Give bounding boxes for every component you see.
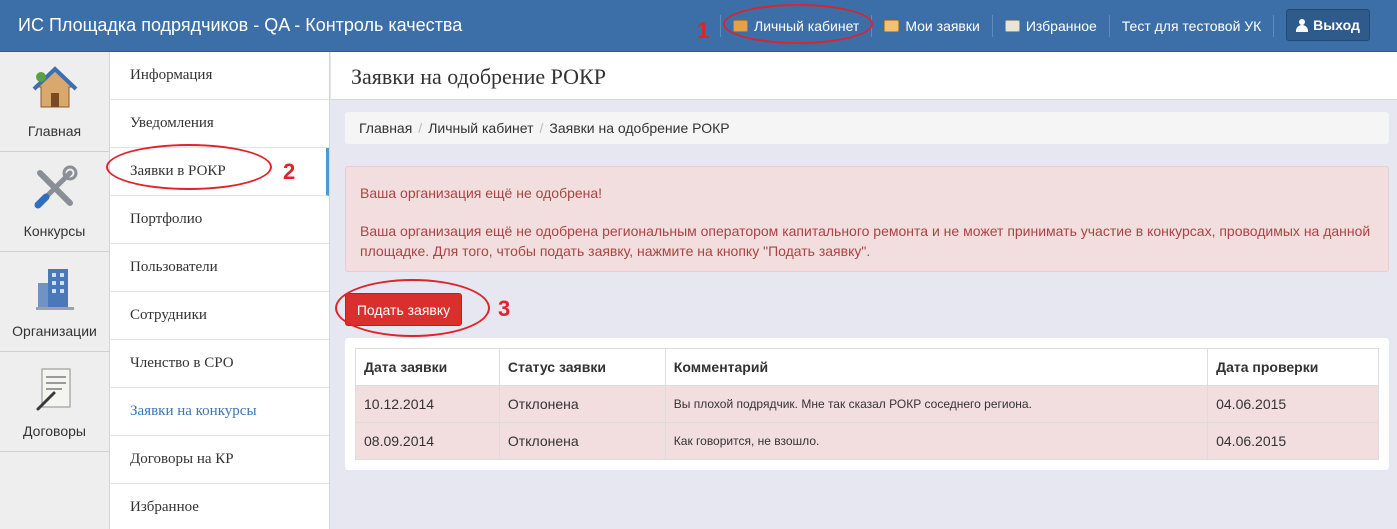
column-header-status[interactable]: Статус заявки: [498, 348, 666, 386]
column-header-date[interactable]: Дата заявки: [355, 348, 500, 386]
table-row: 10.12.2014 Отклонена Вы плохой подрядчик…: [355, 385, 1379, 423]
column-header-check-date[interactable]: Дата проверки: [1207, 348, 1379, 386]
contract-icon: [36, 368, 70, 411]
nav-favorites[interactable]: Избранное: [993, 0, 1109, 52]
breadcrumb: Главная / Личный кабинет / Заявки на одо…: [345, 112, 1389, 144]
annotation-ellipse-3: [335, 279, 490, 337]
app-title: ИС Площадка подрядчиков - QA - Контроль …: [18, 15, 463, 35]
menu-item-contest-requests[interactable]: Заявки на конкурсы: [110, 388, 329, 436]
menu-item-users[interactable]: Пользователи: [110, 244, 329, 292]
home-icon: [32, 66, 77, 108]
annotation-number-1: 1: [697, 18, 710, 43]
requests-panel: Дата заявки Статус заявки Комментарий Да…: [345, 338, 1389, 470]
annotation-ellipse-2: [106, 144, 272, 190]
sidebar-item-home[interactable]: Главная: [0, 52, 109, 152]
page-header: Заявки на одобрение РОКР: [331, 52, 1397, 100]
cell-comment: Как говорится, не взошло.: [664, 422, 1209, 460]
menu-item-portfolio[interactable]: Портфолио: [110, 196, 329, 244]
cell-status: Отклонена: [498, 422, 666, 460]
breadcrumb-home[interactable]: Главная: [359, 120, 412, 136]
menu-item-employees[interactable]: Сотрудники: [110, 292, 329, 340]
menu-item-sro[interactable]: Членство в СРО: [110, 340, 329, 388]
cell-status: Отклонена: [498, 385, 666, 423]
menu-item-favorites[interactable]: Избранное: [110, 484, 329, 529]
annotation-number-2: 2: [283, 159, 296, 184]
nav-my-orders[interactable]: Мои заявки: [872, 0, 991, 52]
breadcrumb-cabinet[interactable]: Личный кабинет: [428, 120, 533, 136]
sidebar-item-contests[interactable]: Конкурсы: [0, 152, 109, 252]
sidebar-item-contracts[interactable]: Договоры: [0, 352, 109, 452]
alert-text-line2: площадке. Для того, чтобы подать заявку,…: [360, 243, 871, 259]
logout-button[interactable]: Выход: [1286, 9, 1370, 41]
not-approved-alert: Ваша организация ещё не одобрена! Ваша о…: [345, 166, 1389, 272]
table-row: 08.09.2014 Отклонена Как говорится, не в…: [355, 422, 1379, 460]
column-header-comment[interactable]: Комментарий: [664, 348, 1209, 386]
annotation-ellipse-1: [723, 4, 873, 44]
menu-item-notifications[interactable]: Уведомления: [110, 100, 329, 148]
account-menu: Информация Уведомления Заявки в РОКР Пор…: [110, 52, 330, 529]
building-icon: [35, 269, 74, 310]
cell-date: 08.09.2014: [355, 422, 500, 460]
cell-comment: Вы плохой подрядчик. Мне так сказал РОКР…: [664, 385, 1209, 423]
favorites-icon: [1004, 20, 1020, 32]
sidebar-item-organizations[interactable]: Организации: [0, 252, 109, 352]
orders-icon: [884, 20, 900, 32]
icon-sidebar: Главная Конкурсы Организации Договоры: [0, 52, 110, 529]
menu-item-info[interactable]: Информация: [110, 52, 329, 100]
cell-check-date: 04.06.2015: [1207, 422, 1379, 460]
annotation-number-3: 3: [498, 296, 511, 321]
alert-text-line1: Ваша организация ещё не одобрена региона…: [360, 223, 1371, 239]
table-header-row: Дата заявки Статус заявки Комментарий Да…: [355, 348, 1379, 386]
user-icon: [1296, 18, 1309, 32]
page-title: Заявки на одобрение РОКР: [351, 64, 606, 89]
cell-check-date: 04.06.2015: [1207, 385, 1379, 423]
nav-test-uk[interactable]: Тест для тестовой УК: [1110, 0, 1274, 52]
menu-item-kr-contracts[interactable]: Договоры на КР: [110, 436, 329, 484]
tools-icon: [34, 165, 77, 209]
breadcrumb-current: Заявки на одобрение РОКР: [549, 120, 730, 136]
cell-date: 10.12.2014: [355, 385, 500, 423]
requests-table: Дата заявки Статус заявки Комментарий Да…: [355, 348, 1379, 460]
alert-title: Ваша организация ещё не одобрена!: [360, 185, 603, 201]
